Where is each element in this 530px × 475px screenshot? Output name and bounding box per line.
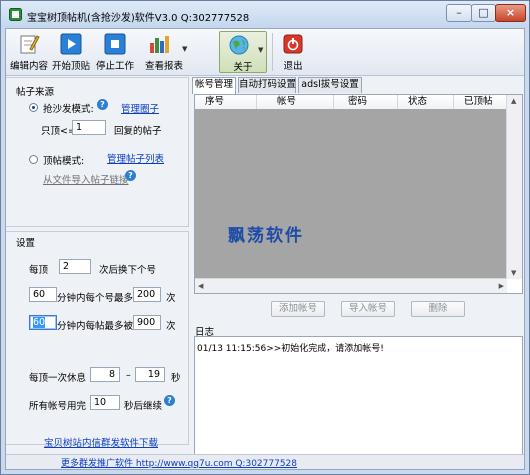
start-button[interactable]: 开始顶贴 xyxy=(50,31,92,73)
toolbar-separator xyxy=(272,33,273,71)
maximize-icon: □ xyxy=(478,6,489,19)
report-label: 查看报表 xyxy=(144,61,183,72)
vertical-scrollbar[interactable]: ▲ ▼ xyxy=(506,95,522,279)
every-top-prefix: 每顶 xyxy=(29,265,49,276)
accounts-table[interactable]: 序号 帐号 密码 状态 已顶帖 ▲ ▼ ◀ ▶ xyxy=(194,94,523,294)
rest-to-input[interactable]: 19 xyxy=(135,367,165,382)
log-panel[interactable]: 01/13 11:15:56>>初始化完成，请添加帐号! xyxy=(194,336,523,468)
chevron-down-icon[interactable]: ▼ xyxy=(182,45,187,53)
play-icon xyxy=(60,33,82,55)
help-icon[interactable]: ? xyxy=(164,395,175,406)
scroll-right-icon[interactable]: ▶ xyxy=(499,282,504,290)
grab-sofa-label: 抢沙发模式: xyxy=(43,104,94,115)
max1-suffix: 次 xyxy=(166,293,176,304)
tab-captcha[interactable]: 自动打码设置 xyxy=(238,77,296,93)
minutes2-input[interactable]: 60 xyxy=(29,315,57,330)
app-window: 宝宝树顶帖机(含抢沙发)软件V3.0 Q:302777528 – □ × 编辑内… xyxy=(0,0,530,475)
only-top-input[interactable]: 1 xyxy=(72,120,106,135)
table-header: 序号 帐号 密码 状态 已顶帖 xyxy=(195,95,507,110)
all-used-suffix: 秒后继续 xyxy=(124,401,163,412)
grab-sofa-radio[interactable] xyxy=(29,103,38,112)
minutes1-label: 分钟内每个号最多顶 xyxy=(57,293,143,304)
tab-adsl[interactable]: adsl拔号设置 xyxy=(298,77,362,93)
exit-button[interactable]: 退出 xyxy=(278,31,308,73)
top-post-label: 顶帖模式: xyxy=(43,156,85,167)
stop-icon xyxy=(104,33,126,55)
column-header[interactable]: 已顶帖 xyxy=(454,95,507,109)
about-label: 关于 xyxy=(233,62,253,73)
import-account-button[interactable]: 导入帐号 xyxy=(341,301,395,317)
minutes2-label: 分钟内每帖最多被顶 xyxy=(57,321,143,332)
tab-account[interactable]: 帐号管理 xyxy=(192,77,236,94)
minimize-button[interactable]: – xyxy=(446,4,472,22)
stop-label: 停止工作 xyxy=(95,61,134,72)
manage-circle-link[interactable]: 管理圈子 xyxy=(121,101,159,115)
chevron-down-icon[interactable]: ▼ xyxy=(258,46,263,54)
edit-content-button[interactable]: 编辑内容 xyxy=(9,31,49,73)
stop-button[interactable]: 停止工作 xyxy=(94,31,136,73)
edit-content-label: 编辑内容 xyxy=(9,61,48,72)
chart-icon xyxy=(150,36,169,53)
horizontal-scrollbar[interactable]: ◀ ▶ xyxy=(195,278,507,293)
log-line: 01/13 11:15:56>>初始化完成，请添加帐号! xyxy=(197,344,384,354)
column-header[interactable]: 帐号 xyxy=(257,95,334,109)
exit-label: 退出 xyxy=(283,61,303,72)
minutes1-input[interactable]: 60 xyxy=(29,287,57,302)
only-top-prefix: 只顶<= xyxy=(41,126,76,137)
all-used-input[interactable]: 10 xyxy=(90,395,120,410)
globe-icon xyxy=(229,35,249,55)
minutes2-value: 60 xyxy=(33,317,46,328)
help-icon[interactable]: ? xyxy=(97,99,108,110)
start-label: 开始顶贴 xyxy=(51,61,90,72)
title-bar[interactable]: 宝宝树顶帖机(含抢沙发)软件V3.0 Q:302777528 – □ × xyxy=(1,1,529,28)
report-button[interactable]: ▼ 查看报表 xyxy=(138,31,190,73)
download-link[interactable]: 宝贝树站内信群发软件下载 xyxy=(44,435,158,449)
settings-group: 设置 每顶 2 次后换下个号 60 分钟内每个号最多顶 200 次 60 分钟内… xyxy=(6,231,189,449)
max2-suffix: 次 xyxy=(166,321,176,332)
scroll-up-icon[interactable]: ▲ xyxy=(511,97,516,105)
power-icon xyxy=(283,34,303,54)
max2-input[interactable]: 900 xyxy=(133,315,161,330)
every-top-suffix: 次后换下个号 xyxy=(99,265,157,276)
post-source-group: 帖子来源 抢沙发模式: ? 管理圈子 只顶<= 1 回复的帖子 顶帖模式: 管理… xyxy=(6,77,189,227)
column-header[interactable]: 密码 xyxy=(334,95,398,109)
all-used-prefix: 所有帐号用完 xyxy=(29,401,87,412)
close-button[interactable]: × xyxy=(495,4,526,22)
top-post-radio[interactable] xyxy=(29,155,38,164)
toolbar: 编辑内容 开始顶贴 停止工作 ▼ 查看报表 ▼ 关于 退出 xyxy=(6,29,524,76)
status-text[interactable]: 更多群发推广软件 http://www.qq7u.com Q:302777528 xyxy=(61,456,297,469)
maximize-button[interactable]: □ xyxy=(471,4,496,22)
column-header[interactable]: 序号 xyxy=(195,95,257,109)
minimize-icon: – xyxy=(456,6,462,19)
client-area: 编辑内容 开始顶贴 停止工作 ▼ 查看报表 ▼ 关于 退出 帖子来源 抢沙发模式… xyxy=(5,28,525,470)
window-title: 宝宝树顶帖机(含抢沙发)软件V3.0 Q:302777528 xyxy=(27,13,250,24)
manage-post-list-link[interactable]: 管理帖子列表 xyxy=(107,151,164,165)
post-source-title: 帖子来源 xyxy=(16,87,55,98)
delete-account-button[interactable]: 删除 xyxy=(411,301,465,317)
help-icon[interactable]: ? xyxy=(125,170,136,181)
rest-unit: 秒 xyxy=(171,373,181,384)
every-top-input[interactable]: 2 xyxy=(59,259,91,274)
pencil-icon xyxy=(20,35,40,54)
import-links-link[interactable]: 从文件导入帖子链接 xyxy=(43,172,129,186)
app-icon xyxy=(9,8,22,21)
scroll-down-icon[interactable]: ▼ xyxy=(511,269,516,277)
add-account-button[interactable]: 添加帐号 xyxy=(271,301,325,317)
watermark: 飘荡软件 xyxy=(228,226,304,246)
table-body[interactable] xyxy=(195,109,507,279)
max1-input[interactable]: 200 xyxy=(133,287,161,302)
scroll-left-icon[interactable]: ◀ xyxy=(198,282,203,290)
rest-from-input[interactable]: 8 xyxy=(90,367,120,382)
about-button[interactable]: ▼ 关于 xyxy=(219,31,267,73)
column-header[interactable]: 状态 xyxy=(398,95,454,109)
status-bar: 更多群发推广软件 http://www.qq7u.com Q:302777528 xyxy=(6,454,524,469)
only-top-suffix: 回复的帖子 xyxy=(114,126,162,137)
rest-prefix: 每顶一次休息 xyxy=(29,373,87,384)
rest-dash: – xyxy=(126,370,131,381)
settings-title: 设置 xyxy=(16,238,36,249)
close-icon: × xyxy=(505,6,516,19)
